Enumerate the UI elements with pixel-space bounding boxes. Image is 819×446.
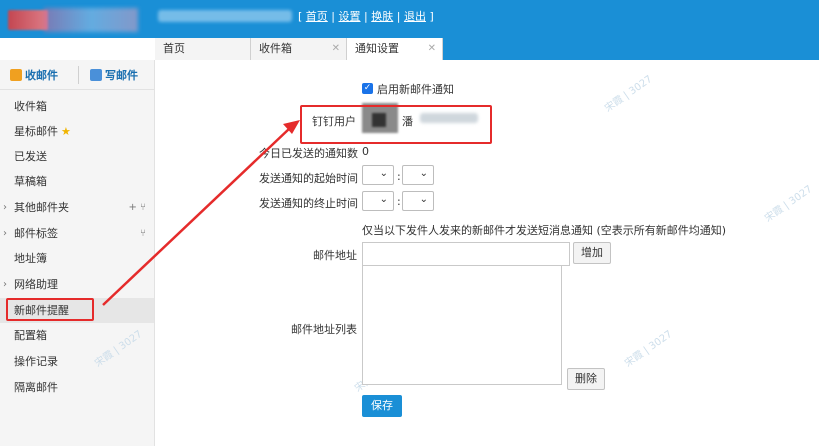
chevron-right-icon[interactable]: › (3, 221, 7, 246)
pencil-icon (90, 69, 102, 81)
add-button[interactable]: 增加 (573, 242, 611, 264)
sidebar-item-network-assistant[interactable]: › 网络助理 (0, 272, 154, 297)
enable-notification-label: 启用新邮件通知 (377, 83, 454, 96)
annotation-box-dingtalk (300, 105, 492, 144)
start-minute-select[interactable]: ⌄ (402, 165, 434, 185)
delete-button[interactable]: 删除 (567, 368, 605, 390)
sidebar-item-quarantine[interactable]: 隔离邮件 (0, 375, 154, 400)
sent-count-value: 0 (362, 145, 369, 158)
email-address-list[interactable] (362, 265, 562, 385)
logout-link[interactable]: 退出 (404, 10, 426, 23)
sent-count-label: 今日已发送的通知数 (259, 147, 358, 160)
sidebar: 收邮件 写邮件 收件箱 星标邮件 ★ 已发送 草稿箱 › 其他邮件夹 + ⑂ › 邮件标… (0, 60, 155, 446)
close-icon[interactable]: ✕ (332, 38, 340, 60)
skin-link[interactable]: 换肤 (371, 10, 393, 23)
logo (8, 6, 138, 34)
chevron-down-icon: ⌄ (379, 168, 388, 179)
sidebar-item-starred[interactable]: 星标邮件 ★ (0, 119, 154, 144)
write-mail-button[interactable]: 写邮件 (90, 67, 138, 83)
sidebar-item-drafts[interactable]: 草稿箱 (0, 169, 154, 194)
save-button[interactable]: 保存 (362, 395, 402, 417)
sidebar-item-sent[interactable]: 已发送 (0, 144, 154, 169)
email-list-label: 邮件地址列表 (291, 323, 357, 336)
tab-bar: 首页 收件箱 ✕ 通知设置 ✕ (155, 38, 819, 60)
sidebar-item-address-book[interactable]: 地址簿 (0, 246, 154, 271)
tab-home[interactable]: 首页 (155, 38, 251, 60)
chevron-down-icon: ⌄ (379, 194, 388, 205)
top-bar: [ 首页 | 设置 | 换肤 | 退出 ] (0, 0, 819, 38)
sidebar-item-other-folders[interactable]: › 其他邮件夹 + ⑂ (0, 195, 154, 220)
annotation-box-sidebar (6, 298, 94, 321)
settings-link[interactable]: 设置 (339, 10, 361, 23)
chevron-right-icon[interactable]: › (3, 272, 7, 297)
end-hour-select[interactable]: ⌄ (362, 191, 394, 211)
divider (78, 66, 79, 84)
folder-actions[interactable]: + ⑂ (128, 195, 146, 220)
chevron-down-icon: ⌄ (419, 168, 428, 179)
watermark: 宋霞 | 3027 (762, 183, 815, 225)
filter-note: 仅当以下发件人发来的新邮件才发送短消息通知 (空表示所有新邮件均通知) (362, 224, 727, 237)
start-time-label: 发送通知的起始时间 (259, 172, 358, 185)
enable-notification-checkbox[interactable]: ✓ (362, 83, 373, 94)
chevron-down-icon: ⌄ (419, 194, 428, 205)
tag-actions[interactable]: ⑂ (140, 221, 146, 246)
watermark: 宋霞 | 3027 (622, 328, 675, 370)
start-hour-select[interactable]: ⌄ (362, 165, 394, 185)
email-address-input[interactable] (362, 242, 570, 266)
email-address-label: 邮件地址 (313, 249, 357, 262)
home-link[interactable]: 首页 (306, 10, 328, 23)
end-minute-select[interactable]: ⌄ (402, 191, 434, 211)
tab-inbox[interactable]: 收件箱 ✕ (251, 38, 347, 60)
star-icon: ★ (61, 125, 71, 138)
sidebar-actions: 收邮件 写邮件 (0, 60, 154, 90)
sidebar-item-operation-log[interactable]: 操作记录 (0, 349, 154, 374)
watermark: 宋霞 | 3027 (602, 73, 655, 115)
receive-mail-button[interactable]: 收邮件 (10, 67, 58, 83)
end-time-label: 发送通知的终止时间 (259, 197, 358, 210)
close-icon[interactable]: ✕ (428, 38, 436, 60)
header-links: [ 首页 | 设置 | 换肤 | 退出 ] (298, 10, 434, 23)
sidebar-item-inbox[interactable]: 收件箱 (0, 94, 154, 119)
chevron-right-icon[interactable]: › (3, 195, 7, 220)
account-name-blurred (158, 10, 292, 22)
tab-notification-settings[interactable]: 通知设置 ✕ (347, 38, 443, 60)
download-icon (10, 69, 22, 81)
sidebar-item-mail-tags[interactable]: › 邮件标签 ⑂ (0, 221, 154, 246)
